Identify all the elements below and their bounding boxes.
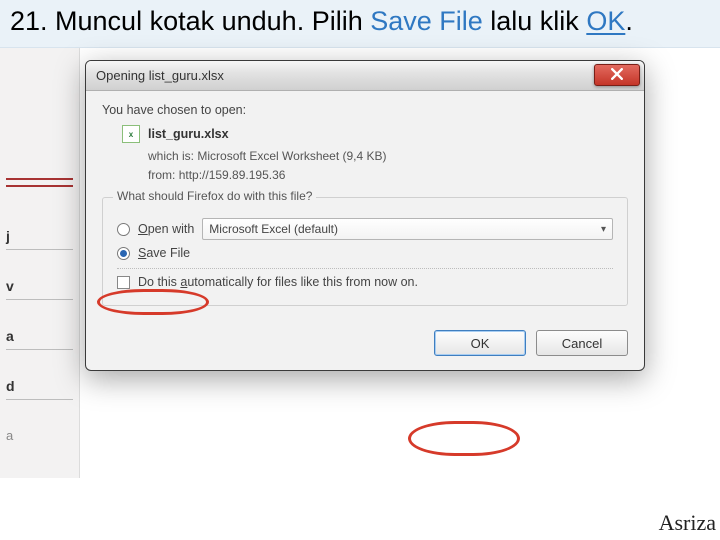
close-button[interactable]: [594, 64, 640, 86]
action-groupbox: What should Firefox do with this file? O…: [102, 197, 628, 306]
download-dialog: Opening list_guru.xlsx You have chosen t…: [85, 60, 645, 371]
title-text-2: lalu klik: [490, 6, 586, 36]
dialog-title-text: Opening list_guru.xlsx: [96, 68, 224, 83]
title-text-3: .: [625, 6, 633, 36]
file-meta: which is: Microsoft Excel Worksheet (9,4…: [148, 147, 628, 185]
separator: [117, 268, 613, 269]
ok-button[interactable]: OK: [434, 330, 526, 356]
auto-checkbox[interactable]: [117, 276, 130, 289]
cancel-button[interactable]: Cancel: [536, 330, 628, 356]
bg-row-3: v: [6, 278, 73, 300]
bg-row-2: j: [6, 228, 73, 250]
which-is-value: Microsoft Excel Worksheet (9,4 KB): [197, 149, 386, 163]
annotation-circle-ok: [408, 421, 520, 456]
save-file-row[interactable]: Save File: [117, 246, 613, 260]
bg-row-4: a: [6, 328, 73, 350]
auto-label: Do this automatically for files like thi…: [138, 275, 418, 289]
chosen-label: You have chosen to open:: [102, 103, 628, 117]
slide-attribution: Asriza: [659, 510, 716, 536]
background-page-strip: j v a d a: [0, 48, 80, 478]
open-with-label: Open with: [138, 222, 194, 236]
open-with-app: Microsoft Excel (default): [209, 222, 338, 236]
from-value: http://159.89.195.36: [179, 168, 286, 182]
title-text-1: 21. Muncul kotak unduh. Pilih: [10, 6, 370, 36]
file-row: x list_guru.xlsx: [122, 125, 628, 143]
chevron-down-icon: ▾: [601, 224, 606, 235]
slide-title: 21. Muncul kotak unduh. Pilih Save File …: [0, 0, 720, 48]
save-file-radio[interactable]: [117, 247, 130, 260]
action-question: What should Firefox do with this file?: [113, 189, 316, 203]
screenshot-area: j v a d a Opening list_guru.xlsx You hav…: [0, 48, 720, 478]
from-label: from:: [148, 168, 175, 182]
which-is-label: which is:: [148, 149, 194, 163]
close-icon: [611, 68, 623, 83]
dialog-titlebar: Opening list_guru.xlsx: [86, 61, 644, 91]
bg-row-1: [6, 178, 73, 187]
dialog-footer: OK Cancel: [86, 320, 644, 370]
file-name: list_guru.xlsx: [148, 127, 229, 141]
bg-row-6: a: [6, 428, 73, 448]
bg-row-5: d: [6, 378, 73, 400]
open-with-row[interactable]: Open with Microsoft Excel (default) ▾: [117, 218, 613, 240]
open-with-radio[interactable]: [117, 223, 130, 236]
auto-row[interactable]: Do this automatically for files like thi…: [117, 275, 613, 289]
title-accent-ok: OK: [586, 6, 625, 36]
save-file-label: Save File: [138, 246, 190, 260]
open-with-combo[interactable]: Microsoft Excel (default) ▾: [202, 218, 613, 240]
excel-file-icon: x: [122, 125, 140, 143]
dialog-body: You have chosen to open: x list_guru.xls…: [86, 91, 644, 320]
title-accent-save: Save File: [370, 6, 490, 36]
